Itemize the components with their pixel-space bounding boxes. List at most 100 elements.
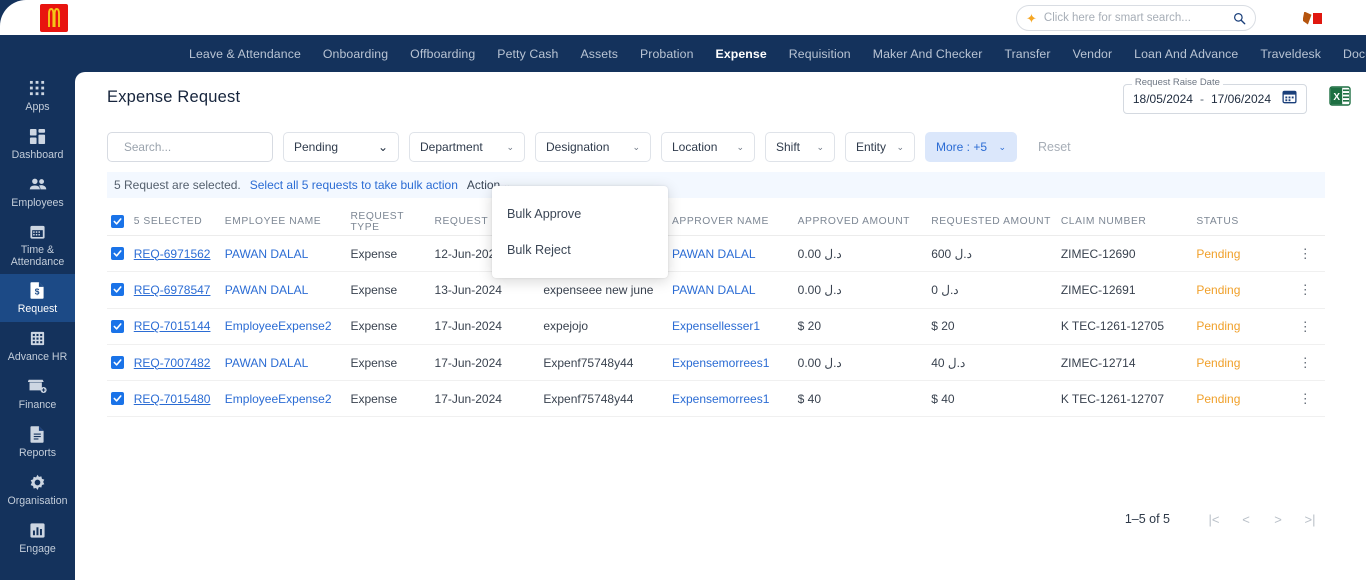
status-filter-dropdown[interactable]: Pending ⌄ — [283, 132, 399, 162]
approved-amount: $ 20 — [797, 319, 821, 334]
approved-amount: $ 40 — [797, 391, 821, 406]
select-all-link[interactable]: Select all 5 requests to take bulk actio… — [250, 178, 458, 192]
smart-search-bar[interactable]: ✦ — [1016, 5, 1256, 31]
request-id-link[interactable]: REQ-7015480 — [134, 392, 211, 406]
request-id-link[interactable]: REQ-6971562 — [134, 247, 211, 261]
nav-item-assets[interactable]: Assets — [569, 47, 629, 61]
row-checkbox[interactable] — [111, 392, 124, 406]
location-filter-dropdown[interactable]: Location ⌄ — [661, 132, 755, 162]
sidebar-item-engage[interactable]: Engage — [0, 514, 75, 562]
row-checkbox[interactable] — [111, 356, 124, 370]
search-icon[interactable] — [1233, 12, 1246, 25]
table-row[interactable]: REQ-7015144 EmployeeExpense2 Expense 17-Jun… — [107, 308, 1325, 345]
sidebar-item-time-attendance[interactable]: Time & Attendance — [0, 216, 75, 274]
mcdonalds-logo[interactable] — [40, 4, 68, 32]
nav-item-onboarding[interactable]: Onboarding — [312, 47, 399, 61]
date-range-start[interactable]: 18/05/2024 — [1133, 92, 1193, 106]
first-page-button[interactable]: |< — [1198, 506, 1230, 532]
sidebar-item-request[interactable]: $ Request — [0, 274, 75, 322]
row-checkbox[interactable] — [111, 319, 124, 333]
row-checkbox[interactable] — [111, 247, 124, 261]
sidebar-item-employees[interactable]: Employees — [0, 168, 75, 216]
request-date: 17-Jun-2024 — [434, 319, 502, 334]
approver-name[interactable]: Expensemorrees1 — [672, 356, 769, 370]
sidebar-item-advance-hr[interactable]: Advance HR — [0, 322, 75, 370]
cell-approver-name: PAWAN DALAL — [672, 245, 798, 263]
table-row[interactable]: REQ-6978547 PAWAN DALAL Expense 13-Jun-2024… — [107, 272, 1325, 309]
employee-name[interactable]: EmployeeExpense2 — [225, 392, 332, 406]
request-id-link[interactable]: REQ-7015144 — [134, 319, 211, 333]
table-row[interactable]: REQ-6971562 PAWAN DALAL Expense 12-Jun-2024… — [107, 236, 1325, 273]
last-page-button[interactable]: >| — [1294, 506, 1326, 532]
request-date: 17-Jun-2024 — [434, 355, 502, 370]
employee-name[interactable]: PAWAN DALAL — [225, 247, 309, 261]
request-id-link[interactable]: REQ-6978547 — [134, 283, 211, 297]
row-more-options-icon[interactable]: ⋮ — [1299, 320, 1312, 333]
sidebar-item-finance[interactable]: Finance — [0, 370, 75, 418]
entity-filter-dropdown[interactable]: Entity ⌄ — [845, 132, 915, 162]
previous-page-button[interactable]: < — [1230, 506, 1262, 532]
menu-item-bulk-approve[interactable]: Bulk Approve — [492, 196, 668, 232]
row-more-options-icon[interactable]: ⋮ — [1299, 356, 1312, 369]
nav-item-transfer[interactable]: Transfer — [993, 47, 1061, 61]
nav-item-loan-and-advance[interactable]: Loan And Advance — [1123, 47, 1249, 61]
nav-item-leave-attendance[interactable]: Leave & Attendance — [178, 47, 312, 61]
select-all-checkbox[interactable] — [111, 215, 124, 228]
nav-item-maker-and-checker[interactable]: Maker And Checker — [862, 47, 994, 61]
cell-request-id-link: REQ-7015480 — [134, 390, 225, 408]
employee-name[interactable]: PAWAN DALAL — [225, 283, 309, 297]
next-page-button[interactable]: > — [1262, 506, 1294, 532]
reset-filters-button[interactable]: Reset — [1038, 140, 1071, 154]
request-name: Expenf75748y44 — [543, 391, 634, 406]
cell-request-name: expenseee new june — [543, 281, 672, 299]
row-more-options-icon[interactable]: ⋮ — [1299, 247, 1312, 260]
sidebar-item-apps[interactable]: Apps — [0, 72, 75, 120]
shift-filter-dropdown[interactable]: Shift ⌄ — [765, 132, 835, 162]
cell-claim-number: K TEC-1261-12705 — [1061, 317, 1197, 335]
column-header-request-type: REQUEST TYPE — [350, 210, 404, 233]
sidebar-item-reports[interactable]: Reports — [0, 418, 75, 466]
sidebar-item-organisation[interactable]: Organisation — [0, 466, 75, 514]
request-raise-date-range[interactable]: Request Raise Date 18/05/2024 - 17/06/20… — [1122, 77, 1307, 114]
sidebar-item-dashboard[interactable]: Dashboard — [0, 120, 75, 168]
smart-search-input[interactable] — [1043, 12, 1226, 24]
approver-name[interactable]: PAWAN DALAL — [672, 283, 756, 297]
cell-requested-amount: $ 40 — [931, 390, 1061, 408]
designation-filter-dropdown[interactable]: Designation ⌄ — [535, 132, 651, 162]
request-id-link[interactable]: REQ-7007482 — [134, 356, 211, 370]
row-checkbox[interactable] — [111, 283, 124, 297]
table-row[interactable]: REQ-7015480 EmployeeExpense2 Expense 17-Jun… — [107, 381, 1325, 418]
cell-claim-number: ZIMEC-12690 — [1061, 245, 1197, 263]
calendar-icon[interactable] — [1282, 89, 1297, 109]
nav-item-requisition[interactable]: Requisition — [778, 47, 862, 61]
more-filters-dropdown[interactable]: More : +5 ⌄ — [925, 132, 1017, 162]
nav-item-document[interactable]: Document — [1332, 47, 1366, 61]
employee-name[interactable]: EmployeeExpense2 — [225, 319, 332, 333]
row-more-options-icon[interactable]: ⋮ — [1299, 392, 1312, 405]
table-row[interactable]: REQ-7007482 PAWAN DALAL Expense 17-Jun-2024… — [107, 344, 1325, 382]
nav-item-petty-cash[interactable]: Petty Cash — [486, 47, 569, 61]
date-range-end[interactable]: 17/06/2024 — [1211, 92, 1271, 106]
department-filter-dropdown[interactable]: Department ⌄ — [409, 132, 525, 162]
nav-item-vendor[interactable]: Vendor — [1062, 47, 1124, 61]
excel-export-button[interactable]: X — [1328, 84, 1352, 108]
nav-item-offboarding[interactable]: Offboarding — [399, 47, 486, 61]
bar-chart-icon — [29, 521, 46, 539]
nav-item-traveldesk[interactable]: Traveldesk — [1249, 47, 1332, 61]
nav-item-probation[interactable]: Probation — [629, 47, 705, 61]
nav-item-expense[interactable]: Expense — [705, 47, 778, 61]
approver-name[interactable]: Expensemorrees1 — [672, 392, 769, 406]
approver-name[interactable]: PAWAN DALAL — [672, 247, 756, 261]
search-box[interactable] — [107, 132, 279, 162]
sidebar-item-label: Request — [17, 303, 58, 315]
menu-item-bulk-reject[interactable]: Bulk Reject — [492, 232, 668, 268]
search-input[interactable] — [124, 140, 279, 154]
avatar[interactable] — [1298, 4, 1326, 32]
claim-number: ZIMEC-12714 — [1060, 355, 1136, 370]
cell-request-type: Expense — [350, 281, 434, 299]
row-menu-cell: ⋮ — [1285, 356, 1325, 369]
employee-name[interactable]: PAWAN DALAL — [225, 356, 309, 370]
row-more-options-icon[interactable]: ⋮ — [1299, 283, 1312, 296]
selection-bar: 5 Request are selected. Select all 5 req… — [107, 172, 1325, 198]
approver-name[interactable]: Expensellesser1 — [672, 319, 760, 333]
